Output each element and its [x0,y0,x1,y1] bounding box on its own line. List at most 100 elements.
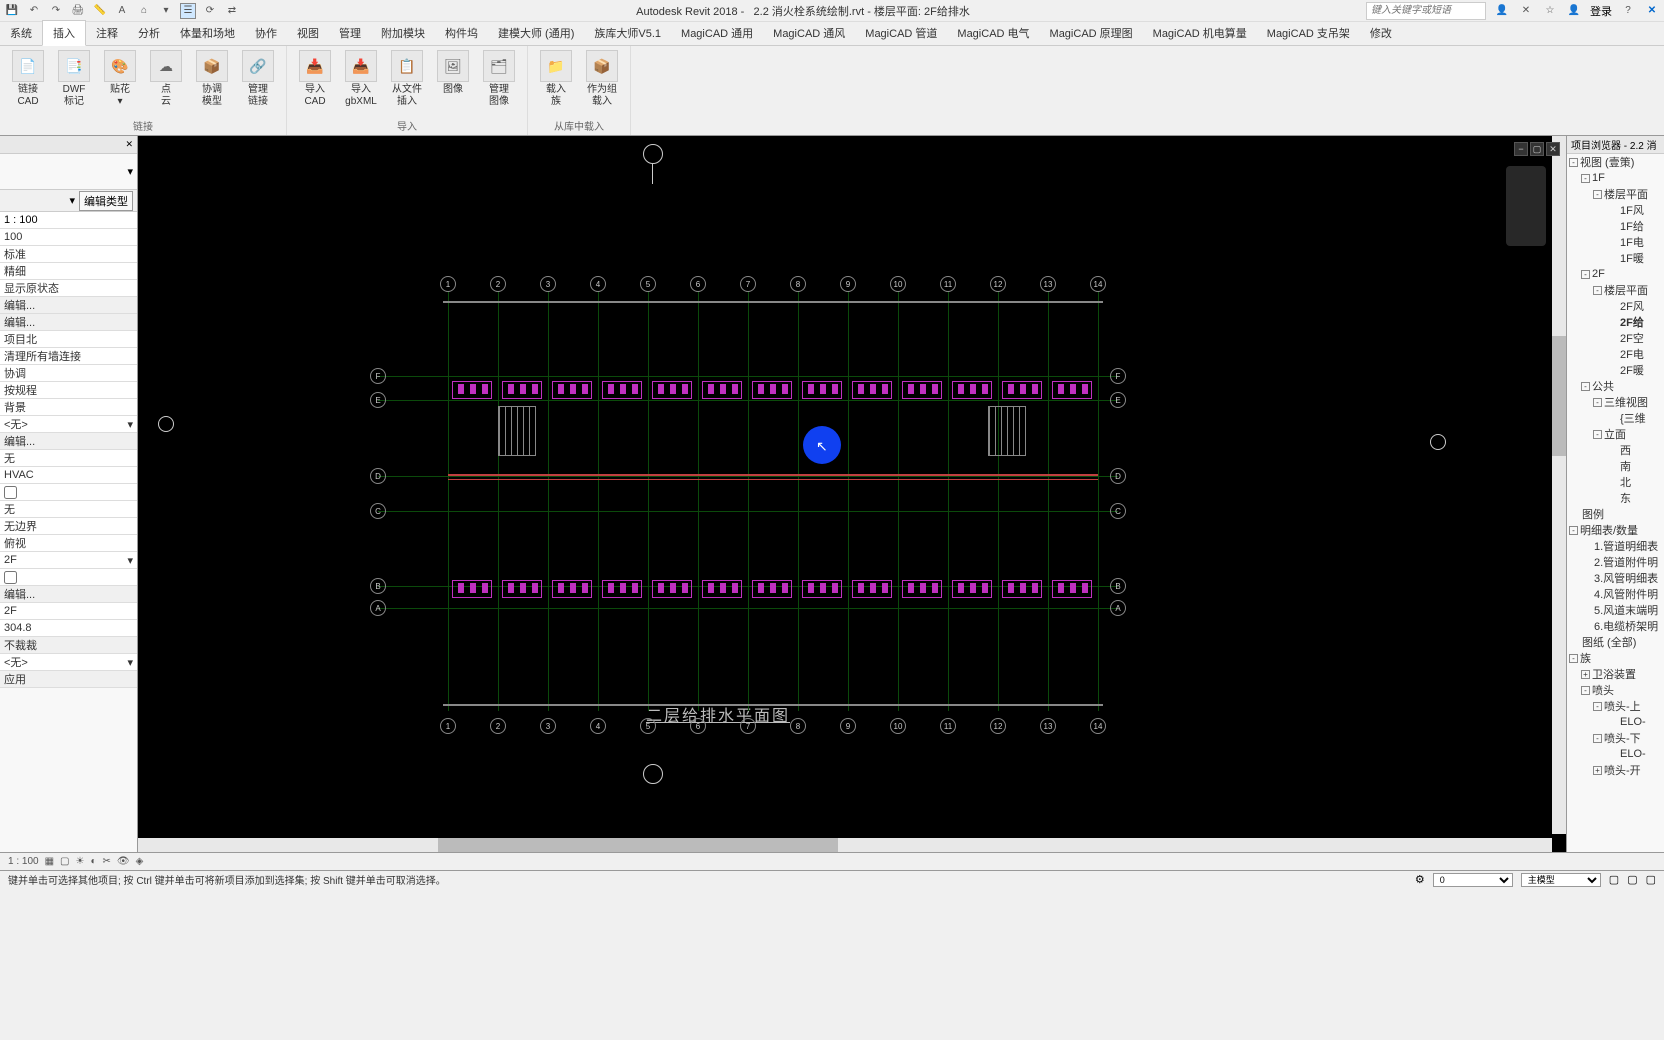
select-icon-1[interactable]: ▢ [1609,873,1619,886]
hide-icon[interactable]: 👁 [117,856,130,867]
ribbon-button[interactable]: 🎨贴花▾ [98,48,142,116]
grid-bubble[interactable]: 12 [990,276,1006,292]
ribbon-button[interactable]: 📥导入CAD [293,48,337,116]
prop-row-fine[interactable]: 精细 [0,263,137,280]
grid-bubble[interactable]: D [370,468,386,484]
chevron-down-icon[interactable]: ▾ [69,194,75,207]
grid-bubble[interactable]: 1 [440,718,456,734]
exchange-icon[interactable]: ✕ [1518,3,1534,19]
grid-bubble[interactable]: 3 [540,276,556,292]
ribbon-button[interactable]: ☁点云 [144,48,188,116]
grid-bubble[interactable]: 4 [590,718,606,734]
grid-bubble[interactable]: 7 [740,276,756,292]
tree-toggle-icon[interactable]: - [1581,270,1590,279]
navigation-cube[interactable] [1506,166,1546,246]
horizontal-scrollbar[interactable] [138,838,1552,852]
grid-bubble[interactable]: 1 [440,276,456,292]
tab-magi-hanger[interactable]: MagiCAD 支吊架 [1257,21,1360,45]
maximize-view-icon[interactable]: ▢ [1530,142,1544,156]
grid-bubble[interactable]: 10 [890,276,906,292]
drawing-canvas[interactable]: − ▢ ✕ ↖ 二层给排水平面图 11223344556677889910101… [138,136,1566,852]
tree-item[interactable]: ELO- [1567,714,1664,730]
search-input[interactable] [1366,2,1486,20]
tab-manage[interactable]: 管理 [329,21,371,45]
tree-item[interactable]: -喷头-下 [1567,730,1664,746]
grid-bubble[interactable]: 4 [590,276,606,292]
view-scale[interactable]: 1 : 100 [8,856,39,867]
tab-magi-elec[interactable]: MagiCAD 电气 [947,21,1039,45]
grid-bubble[interactable]: 9 [840,718,856,734]
redo-icon[interactable]: ↷ [48,3,64,19]
vertical-scrollbar[interactable] [1552,136,1566,834]
tree-item[interactable]: {三维 [1567,410,1664,426]
prop-wu-1[interactable]: 无 [0,450,137,467]
tree-item[interactable]: 西 [1567,442,1664,458]
tree-item[interactable]: 2.管道附件明 [1567,554,1664,570]
grid-bubble[interactable]: 11 [940,276,956,292]
text-icon[interactable]: A [114,3,130,19]
tree-toggle-icon[interactable]: - [1569,654,1578,663]
shadows-icon[interactable]: ◐ [90,856,96,867]
prop-coord[interactable]: 协调 [0,365,137,382]
grid-bubble[interactable]: 5 [640,276,656,292]
tab-modify[interactable]: 修改 [1360,21,1402,45]
tab-jianmo[interactable]: 建模大师 (通用) [488,21,584,45]
workset-combo[interactable]: 0 [1433,873,1513,887]
prop-project-north[interactable]: 项目北 [0,331,137,348]
grid-bubble[interactable]: 11 [940,718,956,734]
ribbon-button[interactable]: 📦作为组载入 [580,48,624,116]
tree-item[interactable]: -楼层平面 [1567,282,1664,298]
tree-toggle-icon[interactable]: - [1569,526,1578,535]
prop-row-standard[interactable]: 标准 [0,246,137,263]
grid-bubble[interactable]: A [1110,600,1126,616]
save-icon[interactable]: 💾 [4,3,20,19]
tree-item[interactable]: 1F给 [1567,218,1664,234]
grid-bubble[interactable]: 7 [740,718,756,734]
tab-annotate[interactable]: 注释 [86,21,128,45]
tree-item[interactable]: -喷头-上 [1567,698,1664,714]
tab-magi-common[interactable]: MagiCAD 通用 [671,21,763,45]
type-selector[interactable]: ▾ [0,154,137,190]
home-icon[interactable]: ⌂ [136,3,152,19]
grid-bubble[interactable]: 9 [840,276,856,292]
tree-item[interactable]: 2F电 [1567,346,1664,362]
tree-item[interactable]: -喷头 [1567,682,1664,698]
prop-clean-walls[interactable]: 清理所有墙连接 [0,348,137,365]
prop-checkbox-2[interactable] [0,569,137,586]
tree-toggle-icon[interactable]: - [1593,190,1602,199]
ribbon-button[interactable]: 📋从文件插入 [385,48,429,116]
tree-toggle-icon[interactable]: - [1569,158,1578,167]
ribbon-button[interactable]: 📁载入族 [534,48,578,116]
section-marker-west[interactable] [158,416,174,432]
prop-by-rule[interactable]: 按规程 [0,382,137,399]
checkbox-1[interactable] [4,486,17,499]
tree-item[interactable]: 1F暖 [1567,250,1664,266]
grid-bubble[interactable]: C [370,503,386,519]
ribbon-button[interactable]: 📄链接CAD [6,48,50,116]
window-icon[interactable]: ☰ [180,3,196,19]
tree-item[interactable]: 2F暖 [1567,362,1664,378]
grid-bubble[interactable]: 12 [990,718,1006,734]
grid-bubble[interactable]: 6 [690,276,706,292]
tree-item[interactable]: 2F风 [1567,298,1664,314]
tab-view[interactable]: 视图 [287,21,329,45]
section-marker-east[interactable] [1430,434,1446,450]
prop-level-2f[interactable]: 2F▾ [0,552,137,569]
section-marker-south[interactable] [643,764,663,784]
ribbon-button[interactable]: 🗂管理图像 [477,48,521,116]
tab-insert[interactable]: 插入 [42,20,86,46]
grid-bubble[interactable]: 13 [1040,276,1056,292]
tree-toggle-icon[interactable]: - [1581,686,1590,695]
reveal-icon[interactable]: ◈ [136,856,144,867]
tab-magi-vent[interactable]: MagiCAD 通风 [763,21,855,45]
tab-magi-pipe[interactable]: MagiCAD 管道 [855,21,947,45]
grid-bubble[interactable]: 10 [890,718,906,734]
grid-bubble[interactable]: F [370,368,386,384]
tree-item[interactable]: +卫浴装置 [1567,666,1664,682]
apply-button[interactable]: 应用 [0,671,137,688]
edit-type-button[interactable]: 编辑类型 [79,191,133,211]
close-view-icon[interactable]: ✕ [1546,142,1560,156]
prop-height[interactable]: 304.8 [0,620,137,637]
grid-bubble[interactable]: 5 [640,718,656,734]
tree-toggle-icon[interactable]: - [1581,382,1590,391]
